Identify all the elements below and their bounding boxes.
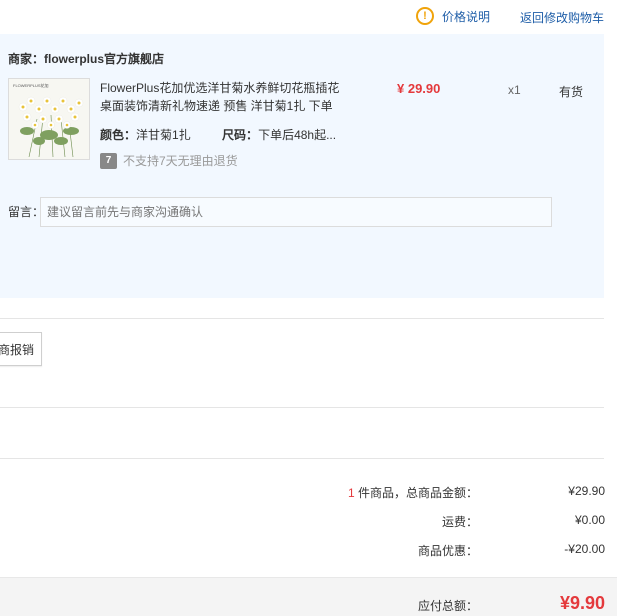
shipping-value: ¥0.00: [574, 513, 605, 527]
top-bar: ! 价格说明 返回修改购物车: [0, 0, 617, 34]
payable-value: ¥9.90: [559, 593, 605, 613]
divider: [0, 318, 604, 319]
shop-name: 商家：flowerplus官方旗舰店: [8, 50, 164, 67]
price-info-link[interactable]: 价格说明: [442, 8, 490, 25]
size-label: 尺码：: [222, 128, 259, 142]
seven-day-return-icon: 7: [100, 152, 117, 169]
size-value: 下单后48h起...: [258, 128, 337, 142]
product-attributes: 颜色：洋甘菊1扎 尺码：下单后48h起...: [100, 126, 364, 143]
discount-value: -¥20.00: [564, 542, 605, 556]
item-total-label: 1 件商品，总商品金额：: [348, 484, 478, 501]
product-price: ¥ 29.90: [397, 81, 441, 96]
price-info[interactable]: ! 价格说明: [416, 7, 490, 25]
product-title[interactable]: FlowerPlus花加优选洋甘菊水养鲜切花瓶插花桌面装饰清新礼物速递 预售 洋…: [100, 79, 340, 115]
color-label: 颜色：: [100, 128, 137, 142]
order-panel: 商家：flowerplus官方旗舰店 FLOWERPLUS花加 FlowerPl…: [0, 34, 604, 298]
discount-label: 商品优惠：: [417, 544, 478, 558]
back-to-cart-link[interactable]: 返回修改购物车: [520, 9, 604, 26]
shipping-label: 运费：: [441, 515, 478, 529]
return-policy: 7 不支持7天无理由退货: [100, 152, 238, 169]
reimburse-button[interactable]: 商报销: [0, 332, 42, 366]
divider: [0, 458, 604, 459]
product-thumbnail[interactable]: FLOWERPLUS花加: [8, 78, 90, 160]
item-total-value: ¥29.90: [568, 484, 605, 498]
total-bar: 应付总额： ¥9.90: [0, 577, 617, 616]
color-value: 洋甘菊1扎: [136, 128, 191, 142]
item-total-label-text: 件商品，总商品金额：: [354, 486, 478, 500]
thumb-brand-text: FLOWERPLUS花加: [13, 82, 49, 88]
stock-status: 有货: [559, 85, 584, 99]
shop-name-value[interactable]: flowerplus官方旗舰店: [44, 52, 164, 66]
item-count: 1: [347, 486, 355, 500]
shop-label: 商家：: [8, 52, 45, 66]
payable-label: 应付总额：: [417, 599, 478, 613]
divider: [0, 407, 604, 408]
info-icon: !: [416, 7, 434, 25]
memo-label: 留言：: [8, 205, 45, 219]
product-quantity: x1: [508, 83, 521, 97]
return-policy-text: 不支持7天无理由退货: [123, 154, 238, 168]
memo-input[interactable]: [40, 197, 552, 227]
